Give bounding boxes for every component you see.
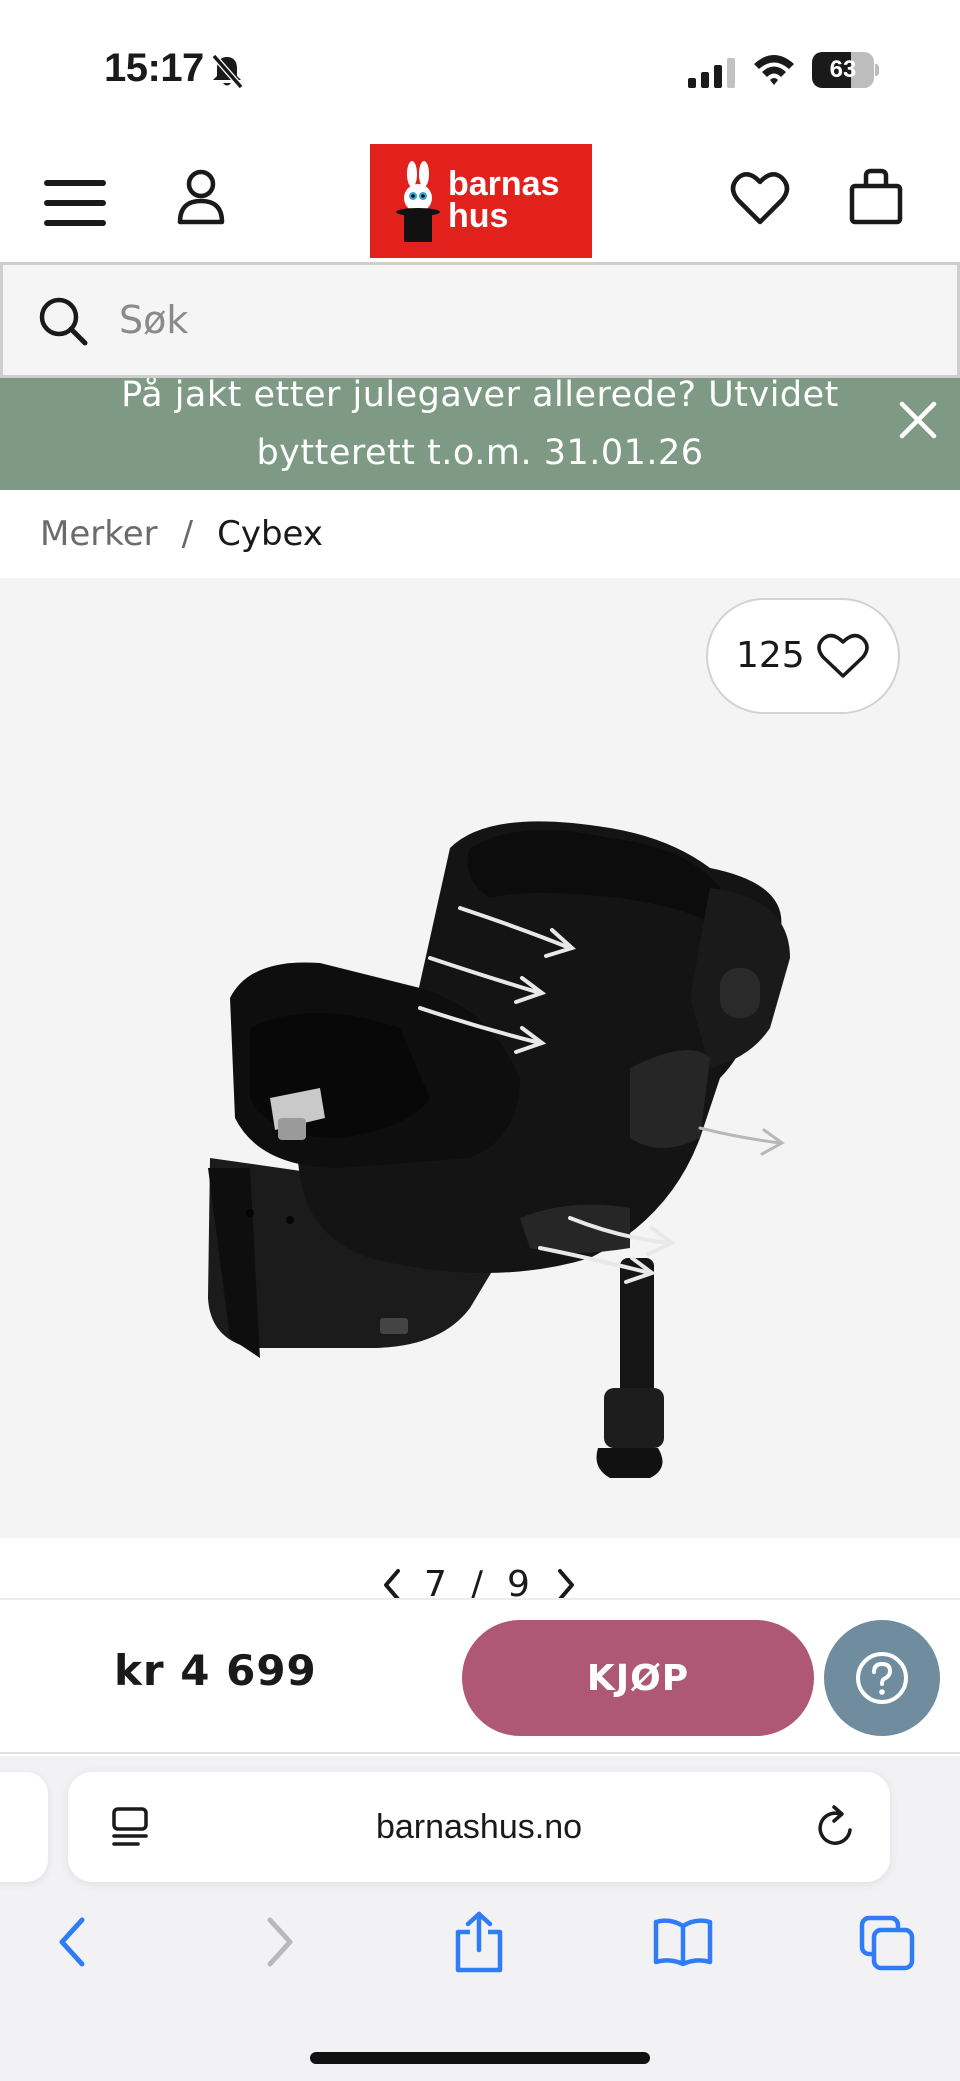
url-text: barnashus.no [375,1808,583,1846]
breadcrumb-current: Cybex [217,514,323,554]
gallery-pager: 7 / 9 [0,1560,960,1600]
barnashus-logo[interactable]: barnas hus [370,144,592,258]
help-button[interactable] [824,1620,940,1736]
wishlist-heart-icon[interactable] [730,170,790,226]
bookmarks-icon[interactable] [652,1916,714,1968]
breadcrumb: Merker / Cybex [40,508,323,560]
home-indicator [310,2052,650,2064]
heart-icon [817,633,869,678]
account-icon[interactable] [176,168,226,228]
chevron-left-icon[interactable] [380,1567,404,1601]
question-icon [856,1652,908,1704]
url-bar[interactable]: barnashus.no [68,1772,890,1882]
menu-icon[interactable] [44,180,106,226]
pager-separator: / [470,1564,488,1600]
previous-tab[interactable] [0,1772,48,1882]
buy-bar: kr 4 699 KJØP [0,1598,960,1754]
reload-icon[interactable] [814,1804,858,1850]
site-header: barnas hus [0,140,960,260]
breadcrumb-separator: / [181,514,194,554]
bunny-hat-icon [396,161,440,242]
search-bar [0,262,960,378]
product-price: kr 4 699 [114,1646,317,1695]
bell-slash-icon [211,54,244,89]
product-image-car-seat [208,821,790,1478]
buy-button[interactable]: KJØP [462,1620,814,1736]
tabs-icon[interactable] [858,1914,916,1972]
promo-text: På jakt etter julegaver allerede? Utvide… [121,378,839,473]
logo-text-line1: barnas [448,165,560,203]
close-icon[interactable] [898,400,938,440]
status-time: 15:17 [104,46,204,90]
shopping-bag-icon[interactable] [848,168,904,226]
share-icon[interactable] [452,1910,506,1974]
search-input[interactable] [119,285,919,355]
breadcrumb-merker[interactable]: Merker [40,508,158,560]
product-gallery[interactable]: 125 [0,578,960,1538]
like-button[interactable]: 125 [706,598,900,714]
pager-current: 7 [424,1564,451,1600]
battery-level: 63 [829,56,857,83]
search-icon [39,297,88,346]
wifi-icon [754,55,794,85]
battery-indicator: 63 [812,52,879,88]
status-bar: 15:17 63 [0,0,960,140]
logo-text-line2: hus [448,197,509,235]
like-count: 125 [736,635,805,676]
chevron-right-icon[interactable] [554,1567,578,1601]
cellular-signal-icon [688,58,735,88]
forward-icon[interactable] [262,1914,298,1970]
browser-toolbar: barnashus.no [0,1756,960,2081]
back-icon[interactable] [54,1914,90,1970]
promo-banner: På jakt etter julegaver allerede? Utvide… [0,378,960,490]
pager-total: 9 [507,1564,534,1600]
